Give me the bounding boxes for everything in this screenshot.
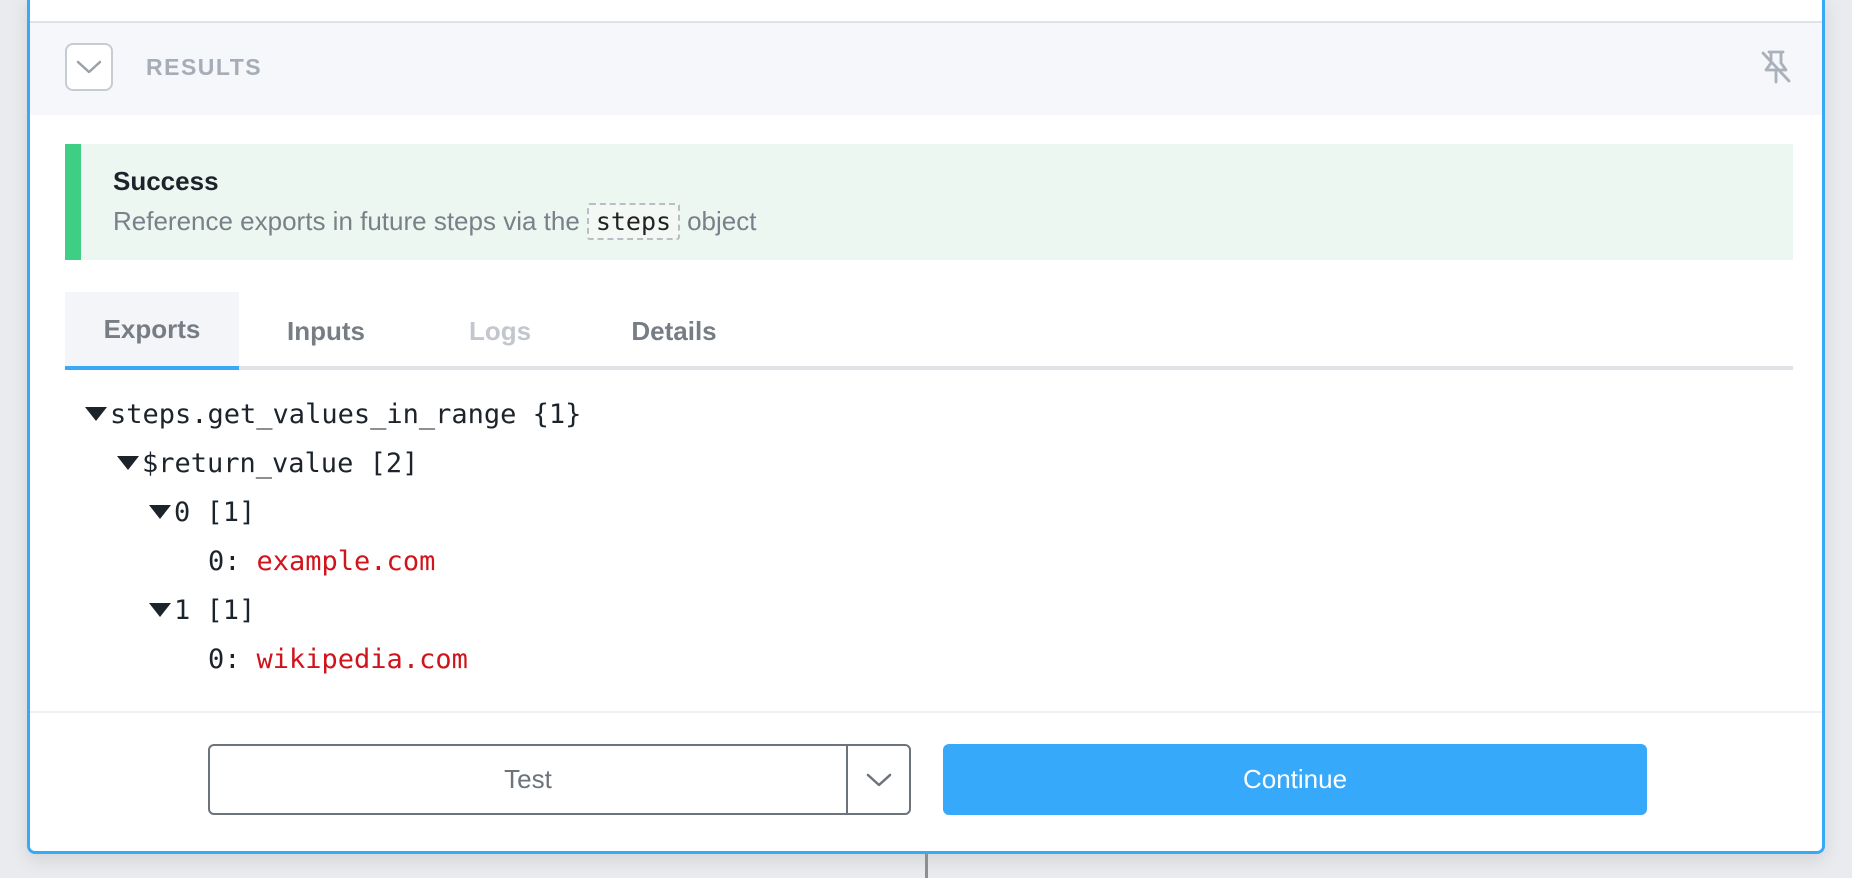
tree-leaf-value: wikipedia.com (256, 643, 468, 675)
test-button-group: Test (208, 744, 911, 815)
chevron-down-icon (866, 773, 891, 786)
success-message-before: Reference exports in future steps via th… (113, 206, 580, 236)
success-title: Success (113, 166, 219, 196)
tree-node-item-0[interactable]: 0 [1] (149, 492, 255, 532)
collapse-button[interactable] (65, 43, 113, 91)
results-tabs: Exports Inputs Logs Details (65, 292, 1793, 370)
tree-node-label: $return_value [2] (142, 447, 419, 479)
tree-leaf-item-1: 0: wikipedia.com (208, 639, 468, 679)
tab-exports[interactable]: Exports (65, 292, 239, 370)
tree-leaf-key: 0: (208, 545, 241, 577)
tree-node-label: 0 [1] (174, 496, 256, 528)
step-footer: Test Continue (30, 711, 1822, 851)
test-dropdown-button[interactable] (848, 746, 909, 813)
success-message: Reference exports in future steps via th… (113, 203, 756, 240)
results-title: RESULTS (146, 54, 263, 80)
pin-button[interactable] (1752, 43, 1800, 91)
tab-inputs[interactable]: Inputs (239, 292, 413, 370)
continue-button[interactable]: Continue (943, 744, 1647, 815)
success-message-after: object (687, 206, 757, 236)
step-card: RESULTS Success Reference exports in fut… (27, 0, 1825, 854)
success-banner: Success Reference exports in future step… (65, 144, 1793, 260)
expand-triangle-icon[interactable] (149, 505, 171, 519)
tab-details[interactable]: Details (587, 292, 761, 370)
expand-triangle-icon[interactable] (149, 603, 171, 617)
steps-code-chip: steps (586, 203, 681, 240)
tree-node-item-1[interactable]: 1 [1] (149, 590, 255, 630)
tree-leaf-item-0: 0: example.com (208, 541, 435, 581)
results-header: RESULTS (30, 23, 1822, 115)
top-strip (30, 0, 1822, 23)
tree-node-return-value[interactable]: $return_value [2] (117, 443, 418, 483)
expand-triangle-icon[interactable] (85, 407, 107, 421)
unpin-icon (1761, 50, 1791, 84)
chevron-down-icon (76, 60, 102, 74)
tree-leaf-value: example.com (256, 545, 436, 577)
tree-leaf-key: 0: (208, 643, 241, 675)
expand-triangle-icon[interactable] (117, 456, 139, 470)
tree-node-label: 1 [1] (174, 594, 256, 626)
tree-node-root[interactable]: steps.get_values_in_range {1} (85, 394, 581, 434)
step-connector-line (925, 854, 928, 878)
test-button[interactable]: Test (210, 746, 848, 813)
tree-node-label: steps.get_values_in_range {1} (110, 398, 582, 430)
tab-logs[interactable]: Logs (413, 292, 587, 370)
